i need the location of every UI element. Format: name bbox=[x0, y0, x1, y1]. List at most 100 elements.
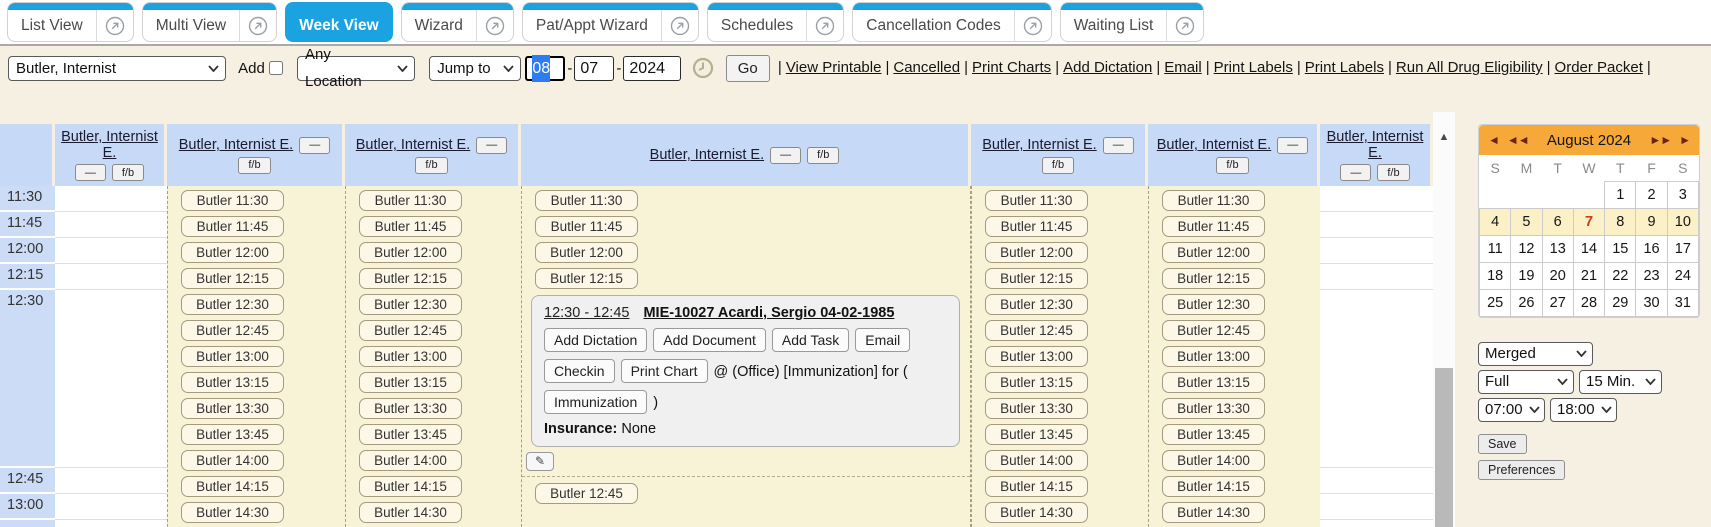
provider-link[interactable]: Butler, Internist E. bbox=[1157, 137, 1271, 153]
slot-button-butler-11-30[interactable]: Butler 11:30 bbox=[535, 190, 638, 211]
toolbar-link-email[interactable]: Email bbox=[1164, 59, 1202, 76]
appointment-time-link[interactable]: 12:30 - 12:45 bbox=[544, 305, 629, 321]
date-day-input[interactable]: 07 bbox=[574, 56, 614, 81]
slot-button-butler-14-15[interactable]: Butler 14:15 bbox=[181, 476, 284, 497]
slot-button-butler-12-15[interactable]: Butler 12:15 bbox=[535, 268, 638, 289]
slot-button-butler-12-45[interactable]: Butler 12:45 bbox=[1162, 320, 1265, 341]
toolbar-link-print-labels[interactable]: Print Labels bbox=[1305, 59, 1384, 76]
open-in-new-window-icon[interactable] bbox=[477, 16, 513, 36]
tab-multi-view[interactable]: Multi View bbox=[142, 2, 277, 42]
calendar-next-button[interactable]: ► bbox=[1679, 133, 1690, 147]
date-month-input[interactable]: 08 bbox=[525, 56, 565, 81]
slot-button-butler-11-45[interactable]: Butler 11:45 bbox=[181, 216, 284, 237]
calendar-day-7[interactable]: 7 bbox=[1573, 208, 1604, 235]
slot-button-butler-12-30[interactable]: Butler 12:30 bbox=[359, 294, 462, 315]
provider-link[interactable]: Butler, Internist E. bbox=[58, 129, 161, 161]
collapse-column-button[interactable]: — bbox=[770, 147, 801, 164]
slot-button-butler-13-15[interactable]: Butler 13:15 bbox=[181, 372, 284, 393]
calendar-day-28[interactable]: 28 bbox=[1573, 289, 1604, 316]
slot-button-butler-14-00[interactable]: Butler 14:00 bbox=[1162, 450, 1265, 471]
slot-button-butler-13-45[interactable]: Butler 13:45 bbox=[985, 424, 1088, 445]
slot-button-butler-11-30[interactable]: Butler 11:30 bbox=[1162, 190, 1265, 211]
calendar-day-18[interactable]: 18 bbox=[1480, 262, 1511, 289]
vertical-scrollbar[interactable]: ▲ bbox=[1433, 112, 1455, 527]
calendar-day-29[interactable]: 29 bbox=[1605, 289, 1636, 316]
provider-select[interactable]: Butler, Internist bbox=[8, 56, 226, 81]
calendar-day-1[interactable]: 1 bbox=[1605, 181, 1636, 208]
free-busy-button[interactable]: f/b bbox=[1377, 164, 1409, 181]
tab-list-view[interactable]: List View bbox=[7, 2, 134, 42]
calendar-day-21[interactable]: 21 bbox=[1573, 262, 1604, 289]
slot-button-butler-12-15[interactable]: Butler 12:15 bbox=[985, 268, 1088, 289]
slot-button-butler-11-45[interactable]: Butler 11:45 bbox=[359, 216, 462, 237]
toolbar-link-order-packet[interactable]: Order Packet bbox=[1555, 59, 1643, 76]
slot-button-butler-11-30[interactable]: Butler 11:30 bbox=[985, 190, 1088, 211]
open-in-new-window-icon[interactable] bbox=[662, 16, 698, 36]
calendar-day-9[interactable]: 9 bbox=[1636, 208, 1667, 235]
calendar-day-5[interactable]: 5 bbox=[1511, 208, 1542, 235]
tab-week-view[interactable]: Week View bbox=[285, 2, 393, 42]
provider-link[interactable]: Butler, Internist E. bbox=[1323, 129, 1427, 161]
slot-button-butler-12-15[interactable]: Butler 12:15 bbox=[181, 268, 284, 289]
slot-button-butler-13-30[interactable]: Butler 13:30 bbox=[359, 398, 462, 419]
jump-to-select[interactable]: Jump to bbox=[429, 56, 521, 81]
slot-button-butler-14-30[interactable]: Butler 14:30 bbox=[181, 502, 284, 523]
free-busy-button[interactable]: f/b bbox=[238, 157, 270, 174]
calendar-day-31[interactable]: 31 bbox=[1667, 289, 1698, 316]
go-button[interactable]: Go bbox=[726, 55, 770, 82]
scroll-up-button[interactable]: ▲ bbox=[1433, 126, 1455, 148]
slot-button-butler-13-15[interactable]: Butler 13:15 bbox=[985, 372, 1088, 393]
tab-wizard[interactable]: Wizard bbox=[401, 2, 514, 42]
slot-button-butler-12-00[interactable]: Butler 12:00 bbox=[181, 242, 284, 263]
slot-button-butler-12-00[interactable]: Butler 12:00 bbox=[535, 242, 638, 263]
merged-select[interactable]: Merged bbox=[1478, 342, 1593, 366]
calendar-day-2[interactable]: 2 bbox=[1636, 181, 1667, 208]
slot-button-butler-11-45[interactable]: Butler 11:45 bbox=[985, 216, 1088, 237]
free-busy-button[interactable]: f/b bbox=[1042, 157, 1074, 174]
slot-button-butler-11-30[interactable]: Butler 11:30 bbox=[359, 190, 462, 211]
preferences-button[interactable]: Preferences bbox=[1478, 460, 1565, 480]
slot-button-butler-12-15[interactable]: Butler 12:15 bbox=[359, 268, 462, 289]
slot-button-butler-12-45[interactable]: Butler 12:45 bbox=[359, 320, 462, 341]
slot-button-butler-14-15[interactable]: Butler 14:15 bbox=[985, 476, 1088, 497]
open-in-new-window-icon[interactable] bbox=[1015, 16, 1051, 36]
slot-button-butler-12-30[interactable]: Butler 12:30 bbox=[985, 294, 1088, 315]
save-button[interactable]: Save bbox=[1478, 434, 1527, 454]
free-busy-button[interactable]: f/b bbox=[112, 164, 144, 181]
slot-button-butler-13-00[interactable]: Butler 13:00 bbox=[1162, 346, 1265, 367]
toolbar-link-print-labels[interactable]: Print Labels bbox=[1214, 59, 1293, 76]
start-time-select[interactable]: 07:00 bbox=[1478, 398, 1545, 422]
add-task-button[interactable]: Add Task bbox=[772, 328, 849, 352]
toolbar-link-cancelled[interactable]: Cancelled bbox=[893, 59, 960, 76]
calendar-day-24[interactable]: 24 bbox=[1667, 262, 1698, 289]
toolbar-link-print-charts[interactable]: Print Charts bbox=[972, 59, 1051, 76]
slot-button-butler-11-45[interactable]: Butler 11:45 bbox=[535, 216, 638, 237]
edit-appointment-button[interactable]: ✎ bbox=[526, 452, 554, 471]
calendar-day-22[interactable]: 22 bbox=[1605, 262, 1636, 289]
scrollbar-thumb[interactable] bbox=[1435, 368, 1453, 527]
slot-button-butler-13-00[interactable]: Butler 13:00 bbox=[359, 346, 462, 367]
calendar-day-8[interactable]: 8 bbox=[1605, 208, 1636, 235]
calendar-day-3[interactable]: 3 bbox=[1667, 181, 1698, 208]
toolbar-link-run-all-drug-eligibility[interactable]: Run All Drug Eligibility bbox=[1396, 59, 1543, 76]
calendar-day-25[interactable]: 25 bbox=[1480, 289, 1511, 316]
slot-button-butler-12-00[interactable]: Butler 12:00 bbox=[359, 242, 462, 263]
location-select[interactable]: Any Location bbox=[297, 56, 415, 81]
slot-button-butler-14-30[interactable]: Butler 14:30 bbox=[1162, 502, 1265, 523]
open-in-new-window-icon[interactable] bbox=[807, 16, 843, 36]
add-checkbox[interactable] bbox=[269, 61, 283, 75]
immunization-tag-button[interactable]: Immunization bbox=[544, 390, 647, 414]
slot-button-butler-12-45[interactable]: Butler 12:45 bbox=[535, 483, 638, 504]
calendar-day-19[interactable]: 19 bbox=[1511, 262, 1542, 289]
slot-button-butler-13-45[interactable]: Butler 13:45 bbox=[1162, 424, 1265, 445]
slot-button-butler-14-30[interactable]: Butler 14:30 bbox=[985, 502, 1088, 523]
tab-waiting-list[interactable]: Waiting List bbox=[1060, 2, 1205, 42]
toolbar-link-view-printable[interactable]: View Printable bbox=[786, 59, 882, 76]
slot-button-butler-14-15[interactable]: Butler 14:15 bbox=[1162, 476, 1265, 497]
provider-link[interactable]: Butler, Internist E. bbox=[650, 147, 764, 163]
slot-button-butler-12-45[interactable]: Butler 12:45 bbox=[181, 320, 284, 341]
calendar-day-11[interactable]: 11 bbox=[1480, 235, 1511, 262]
calendar-day-26[interactable]: 26 bbox=[1511, 289, 1542, 316]
open-in-new-window-icon[interactable] bbox=[97, 16, 133, 36]
slot-button-butler-12-15[interactable]: Butler 12:15 bbox=[1162, 268, 1265, 289]
